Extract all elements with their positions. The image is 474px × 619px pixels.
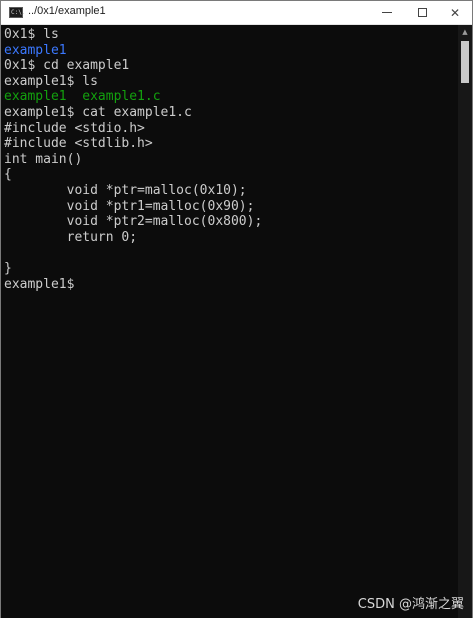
- terminal-line: example1 example1.c: [4, 89, 161, 105]
- terminal-output[interactable]: 0x1$ ls example1 0x1$ cd example1 example1$…: [1, 25, 458, 618]
- terminal-line: example1$: [4, 276, 75, 292]
- terminal-line: int main(): [4, 151, 83, 167]
- terminal-line: example1$ cat example1.c: [4, 105, 192, 120]
- terminal-line: #include <stdio.h>: [4, 120, 145, 136]
- terminal-line: 0x1$ ls: [4, 27, 59, 42]
- terminal-line: #include <stdlib.h>: [4, 136, 153, 152]
- terminal-line: void *ptr1=malloc(0x90);: [4, 198, 255, 214]
- close-icon: ✕: [449, 5, 461, 20]
- terminal-line: 0x1$ cd example1: [4, 58, 130, 74]
- terminal-line: example1: [4, 42, 67, 58]
- vertical-scrollbar[interactable]: ▲: [458, 25, 472, 618]
- minimize-icon: [382, 12, 392, 13]
- maximize-icon: [417, 8, 427, 17]
- terminal-line: {: [4, 167, 12, 183]
- terminal-line: example1$ ls: [4, 73, 98, 89]
- terminal-line: void *ptr=malloc(0x10);: [4, 183, 247, 198]
- maximize-button[interactable]: [402, 1, 442, 24]
- title-bar[interactable]: C:\. ../0x1/example1 ✕: [1, 1, 472, 25]
- terminal-app-icon: C:\.: [9, 7, 26, 18]
- scrollbar-thumb[interactable]: [461, 41, 469, 83]
- close-button[interactable]: ✕: [437, 1, 473, 24]
- minimize-button[interactable]: [367, 1, 407, 24]
- terminal-line: }: [4, 261, 12, 276]
- window-title: ../0x1/example1: [28, 5, 106, 17]
- terminal-line: return 0;: [4, 229, 138, 245]
- terminal-line: void *ptr2=malloc(0x800);: [4, 214, 263, 230]
- terminal-window: C:\. ../0x1/example1 ✕ 0x1$ ls example1 0x…: [0, 0, 473, 618]
- scroll-up-arrow-icon[interactable]: ▲: [458, 25, 472, 39]
- watermark: CSDN @鸿渐之翼: [357, 597, 464, 612]
